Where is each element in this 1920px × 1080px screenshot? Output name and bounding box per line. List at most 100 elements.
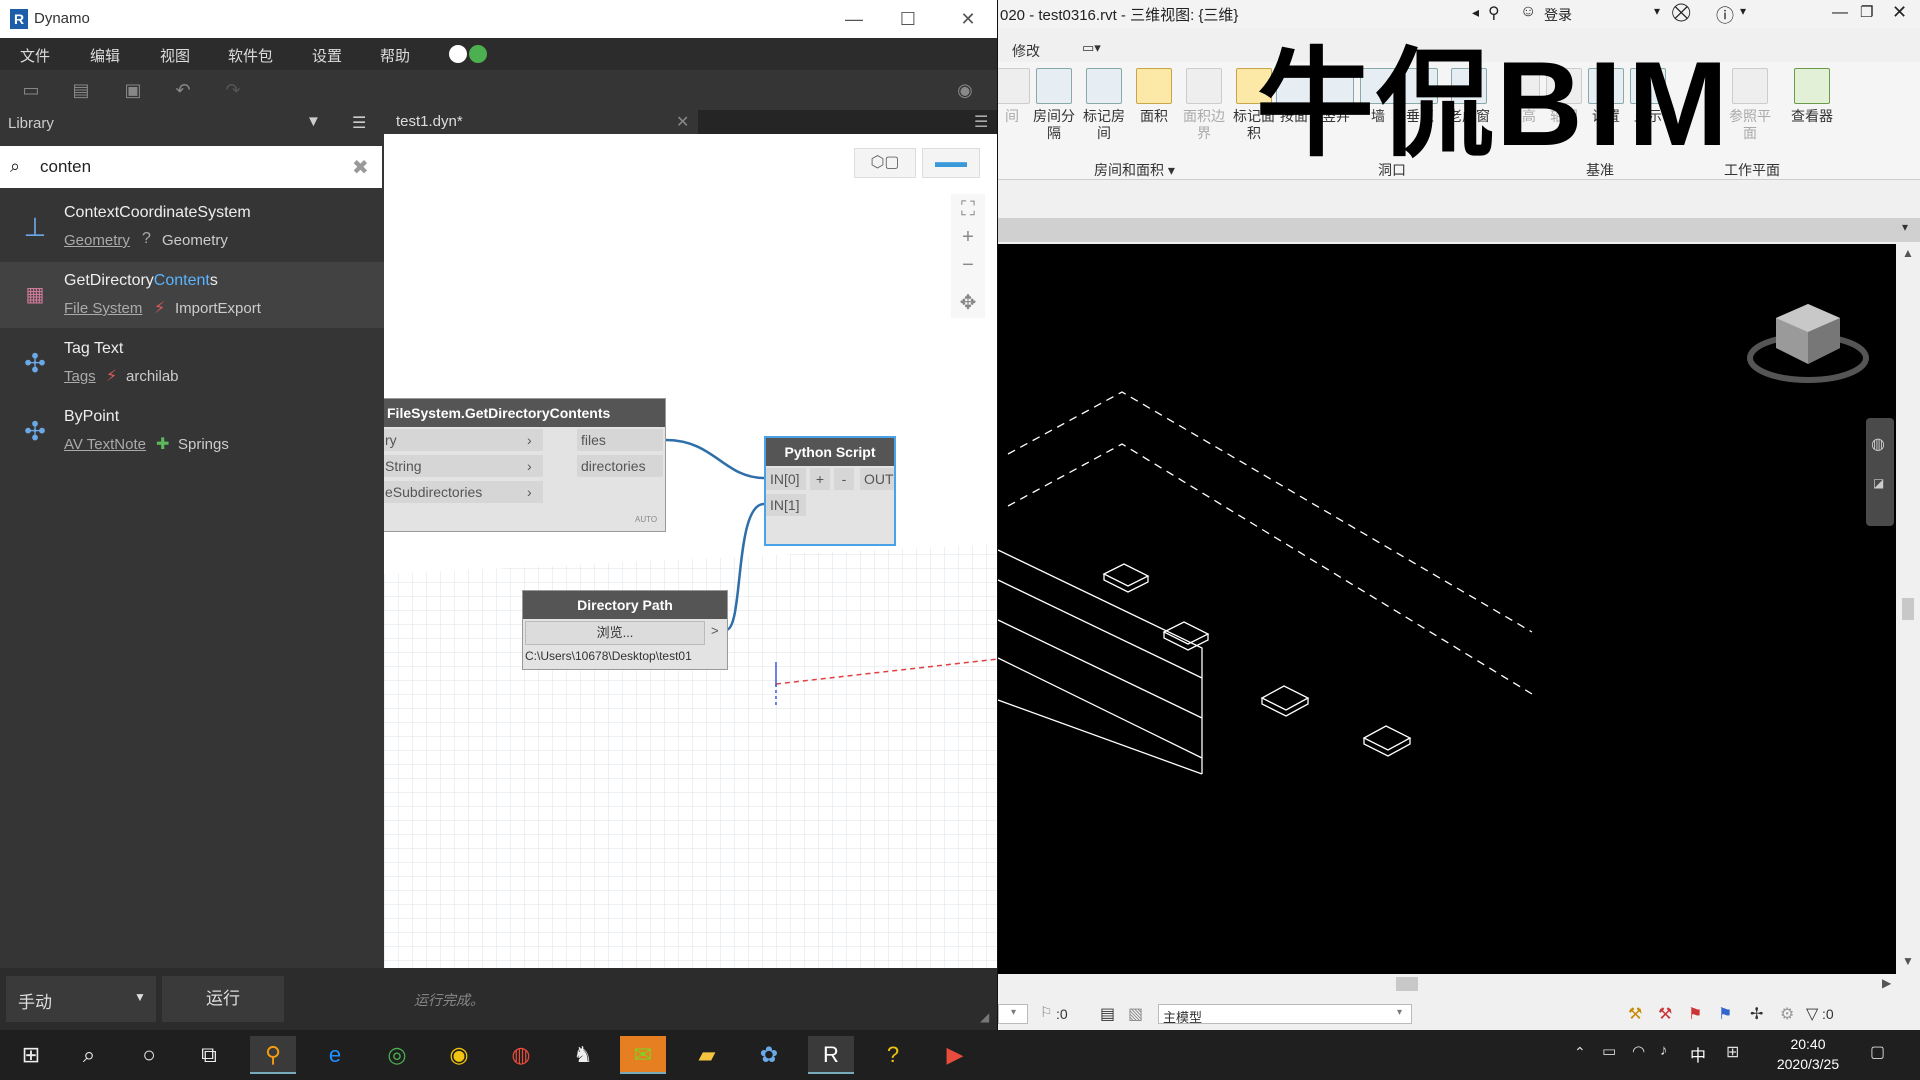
library-item[interactable]: ⊥ ContextCoordinateSystem Geometry ? Geo…	[0, 194, 384, 260]
scroll-up-icon[interactable]: ▲	[1902, 246, 1914, 260]
scroll-right-icon[interactable]: ▶	[1882, 976, 1891, 990]
input-port-search-string[interactable]: String ›	[384, 455, 543, 477]
workset-dropdown[interactable]: ▾	[998, 1004, 1028, 1024]
graph-canvas[interactable]: ⬡▢ ▬▬ ⛶ + − ✥ FileSystem.GetDirectoryCon…	[384, 134, 997, 968]
ribbon-button-viewer[interactable]: 查看器	[1782, 68, 1842, 125]
ime-indicator[interactable]: 中	[1690, 1042, 1706, 1066]
help-tool-icon[interactable]: ?	[870, 1036, 916, 1074]
graph-view-toggle[interactable]: ▬▬	[922, 148, 980, 178]
search-input[interactable]: conten	[40, 157, 91, 177]
system-clock[interactable]: 20:40 2020/3/25	[1768, 1034, 1848, 1074]
revit-taskbar-icon[interactable]: R	[808, 1036, 854, 1074]
tray-expand-icon[interactable]: ⌃	[1574, 1044, 1586, 1061]
maximize-button[interactable]: ☐	[888, 4, 928, 34]
new-file-icon[interactable]: ▭	[20, 80, 42, 100]
ribbon-button-area-boundary[interactable]: 面积边界	[1180, 68, 1228, 142]
chrome-icon[interactable]: ◉	[436, 1036, 482, 1074]
binoculars-icon[interactable]: ⚲	[1488, 3, 1500, 23]
battery-icon[interactable]: ▭	[1602, 1042, 1616, 1060]
editable-only-icon[interactable]: ⚐	[1040, 1004, 1053, 1021]
login-label[interactable]: 登录	[1544, 5, 1572, 25]
node-directory-path[interactable]: Directory Path 浏览... > C:\Users\10678\De…	[522, 590, 728, 670]
output-port-directories[interactable]: directories	[577, 455, 663, 477]
cortana-icon[interactable]: ○	[126, 1036, 172, 1074]
remove-input-button[interactable]: -	[834, 468, 854, 490]
scroll-down-icon[interactable]: ▼	[1902, 954, 1914, 968]
zoom-in-icon[interactable]: +	[954, 224, 982, 250]
chevron-down-icon[interactable]: ▾	[1740, 4, 1746, 18]
windows-start-icon[interactable]: ⊞	[8, 1036, 54, 1074]
cart-icon[interactable]: ⛒	[1672, 2, 1690, 23]
redo-icon[interactable]: ↷	[222, 80, 244, 100]
task-view-icon[interactable]: ⧉	[186, 1036, 232, 1074]
autodesk-app-icon[interactable]: ✿	[746, 1036, 792, 1074]
select-underlay-icon[interactable]: ⚒	[1658, 1004, 1672, 1024]
video-player-icon[interactable]: ▶	[932, 1036, 978, 1074]
options-collapse-icon[interactable]: ▾	[1902, 220, 1908, 234]
select-pinned-icon[interactable]: ⚑	[1688, 1004, 1702, 1024]
menu-view[interactable]: 视图	[160, 45, 190, 66]
output-port-out[interactable]: OUT	[860, 468, 894, 490]
list-view-icon[interactable]: ☰	[352, 113, 366, 133]
viewcube-icon[interactable]	[1744, 298, 1874, 388]
volume-icon[interactable]: ♪	[1660, 1042, 1668, 1059]
search-app-icon[interactable]: ⚲	[250, 1036, 296, 1074]
resize-grip-icon[interactable]: ◢	[980, 1010, 989, 1024]
run-mode-dropdown[interactable]: 手动 ▼	[6, 976, 156, 1022]
menu-settings[interactable]: 设置	[312, 45, 342, 66]
close-button[interactable]: ✕	[1892, 2, 1907, 23]
output-port-directory[interactable]: >	[711, 623, 719, 638]
minimize-button[interactable]: —	[834, 4, 874, 34]
library-item-category[interactable]: Tags	[64, 368, 96, 385]
action-center-icon[interactable]: ▢	[1870, 1042, 1885, 1062]
vertical-scrollbar[interactable]: ▲ ▼	[1896, 244, 1920, 974]
pan-icon[interactable]: ✥	[954, 290, 982, 316]
netease-music-icon[interactable]: ◍	[498, 1036, 544, 1074]
menu-file[interactable]: 文件	[20, 45, 50, 66]
edge-icon[interactable]: e	[312, 1036, 358, 1074]
undo-icon[interactable]: ↶	[172, 80, 194, 100]
close-tab-icon[interactable]: ✕	[676, 112, 689, 132]
node-get-directory-contents[interactable]: FileSystem.GetDirectoryContents ry › Stri…	[384, 398, 666, 532]
input-port-directory[interactable]: ry ›	[384, 429, 543, 451]
output-port-files[interactable]: files	[577, 429, 663, 451]
browse-button[interactable]: 浏览...	[525, 621, 705, 645]
library-item-category[interactable]: File System	[64, 300, 142, 317]
group-room-area[interactable]: 房间和面积 ▾	[1094, 160, 1175, 180]
ribbon-button-room-separator[interactable]: 房间分隔	[1030, 68, 1078, 142]
geometry-view-toggle[interactable]: ⬡▢	[854, 148, 916, 178]
steering-wheel-icon[interactable]: ◍	[1871, 434, 1885, 454]
sheet-icon[interactable]: ▤	[1100, 1004, 1115, 1024]
input-port-include-subdirectories[interactable]: eSubdirectories ›	[384, 481, 543, 503]
background-process-icon[interactable]: ⚙	[1780, 1004, 1794, 1024]
filter-icon[interactable]: ▼	[306, 113, 321, 130]
caret-left-icon[interactable]: ◂	[1472, 4, 1479, 21]
scroll-thumb[interactable]	[1396, 977, 1418, 991]
zoom-region-icon[interactable]: ◪	[1873, 476, 1884, 490]
open-file-icon[interactable]: ▤	[70, 80, 92, 100]
select-by-face-icon[interactable]: ⚑	[1718, 1004, 1732, 1024]
add-input-button[interactable]: +	[810, 468, 830, 490]
model-selector[interactable]: 主模型 ▾	[1158, 1004, 1412, 1025]
rhino-icon[interactable]: ♞	[560, 1036, 606, 1074]
ribbon-button-tag-room[interactable]: 标记房间	[1080, 68, 1128, 142]
node-python-script[interactable]: Python Script IN[0] + - OUT IN[1]	[764, 436, 896, 546]
browser-360-icon[interactable]: ◎	[374, 1036, 420, 1074]
select-links-icon[interactable]: ⚒	[1628, 1004, 1642, 1024]
tab-modify[interactable]: 修改	[1012, 41, 1040, 61]
zoom-out-icon[interactable]: −	[954, 252, 982, 278]
input-port-in1[interactable]: IN[1]	[766, 494, 806, 516]
notification-indicator[interactable]	[449, 43, 491, 65]
file-explorer-icon[interactable]: ▰	[684, 1036, 730, 1074]
design-option-icon[interactable]: ▧	[1128, 1004, 1143, 1024]
library-item[interactable]: ✣ ByPoint AV TextNote ✚ Springs	[0, 398, 384, 464]
library-item-category[interactable]: Geometry	[64, 232, 130, 249]
menu-edit[interactable]: 编辑	[90, 45, 120, 66]
wifi-icon[interactable]: ◠	[1632, 1042, 1645, 1060]
screenshot-camera-icon[interactable]: ◉	[950, 80, 980, 100]
library-search[interactable]: ⌕ conten ✖	[0, 146, 382, 188]
restore-button[interactable]: ❐	[1860, 3, 1873, 21]
tab-menu-icon[interactable]: ☰	[974, 112, 988, 132]
run-button[interactable]: 运行	[162, 976, 284, 1022]
ime-mode-icon[interactable]: ⊞	[1726, 1042, 1739, 1062]
